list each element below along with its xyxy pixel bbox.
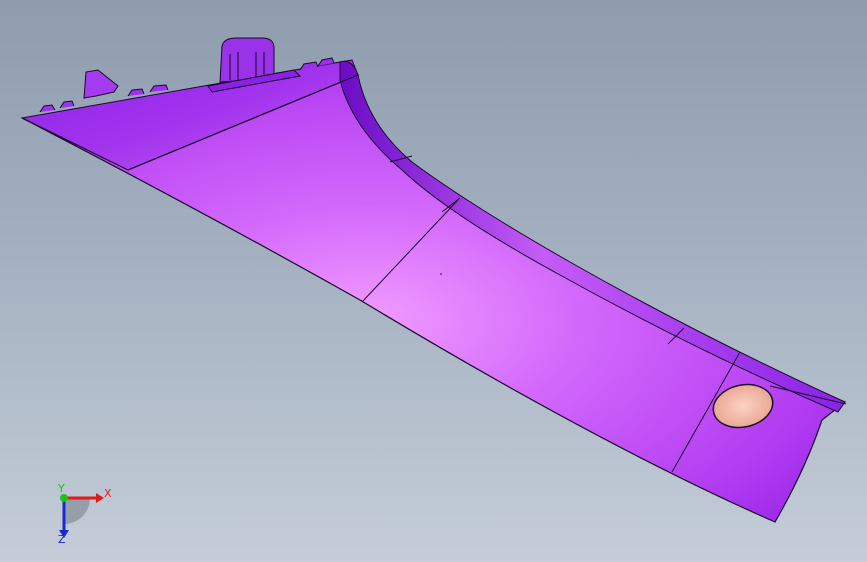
surface-point	[440, 273, 442, 275]
3d-viewport[interactable]: X Y Z	[0, 0, 867, 562]
model-canvas[interactable]: X Y Z	[0, 0, 867, 562]
x-axis-label: X	[104, 487, 112, 500]
clip-tab-left[interactable]	[83, 69, 119, 99]
x-axis-arrow	[96, 493, 104, 503]
y-axis-dot	[60, 494, 68, 502]
z-axis-label: Z	[58, 533, 66, 546]
trim-panel-part[interactable]	[20, 37, 847, 523]
y-axis-label: Y	[57, 482, 65, 495]
axis-triad: X Y Z	[57, 482, 112, 546]
triad-shadow	[64, 498, 90, 524]
